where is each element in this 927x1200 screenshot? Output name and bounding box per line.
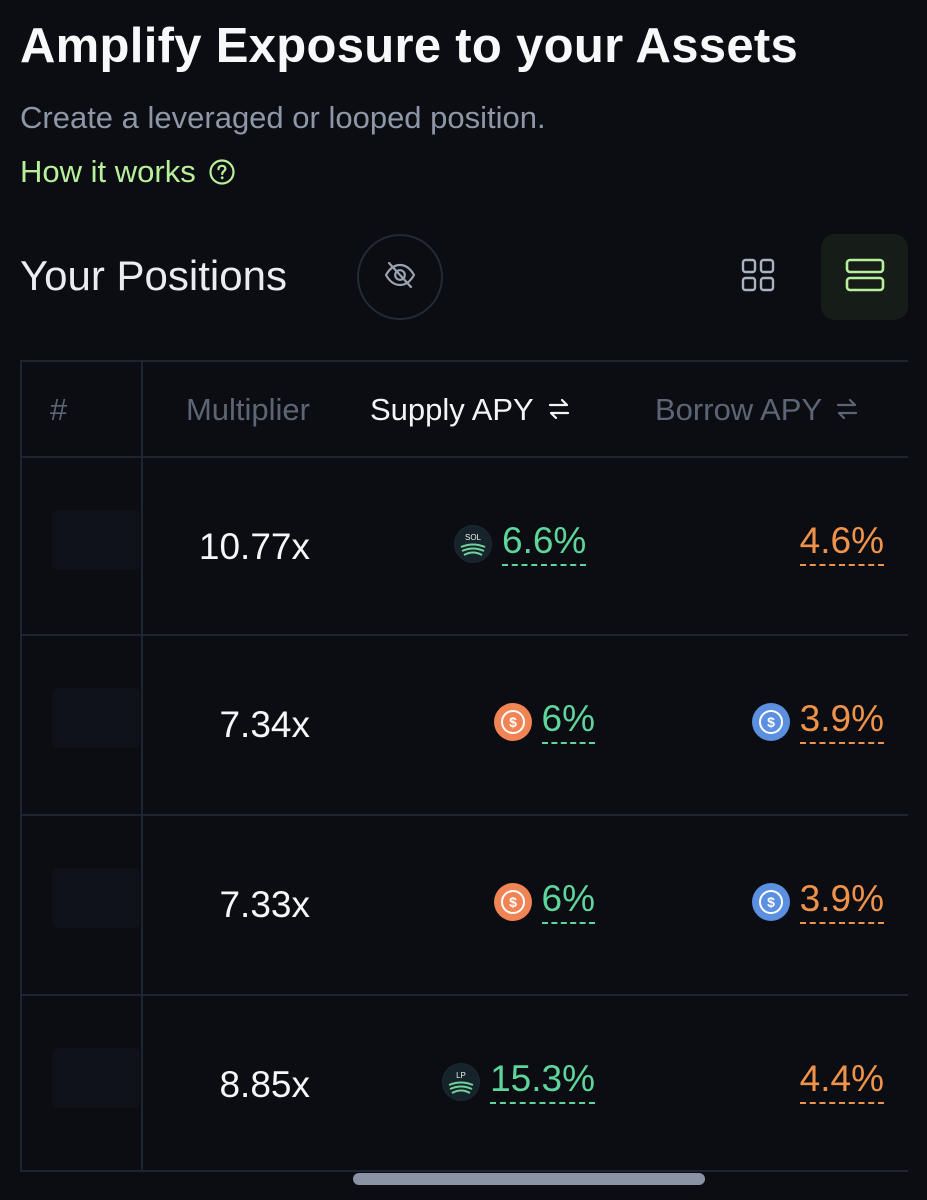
how-it-works-label: How it works	[20, 154, 196, 189]
page-subtitle: Create a leveraged or looped position.	[20, 100, 546, 135]
supply-apy-cell: $ 6%	[493, 699, 595, 744]
supply-apy-value[interactable]: 15.3%	[490, 1059, 595, 1104]
borrow-apy-cell: $ 3.9%	[751, 699, 884, 744]
question-circle-icon	[208, 158, 236, 186]
table-row[interactable]: 7.34x $ 6% $ 3.9%	[22, 636, 908, 814]
horizontal-scrollbar[interactable]	[353, 1173, 705, 1185]
usdc-orange-token-icon: $	[493, 882, 532, 921]
grid-view-button[interactable]	[728, 245, 788, 309]
column-header-supply-apy-label: Supply APY	[370, 392, 534, 427]
sol-token-label: SOL	[465, 533, 482, 542]
how-it-works-link[interactable]: How it works	[20, 154, 236, 190]
borrow-apy-cell: 4.4%	[799, 1059, 884, 1104]
borrow-apy-cell: 4.6%	[799, 521, 884, 566]
multiplier-value: 7.33x	[219, 884, 310, 925]
eye-off-icon	[383, 260, 417, 295]
multiplier-value: 8.85x	[219, 1064, 310, 1105]
borrow-apy-value[interactable]: 3.9%	[799, 879, 884, 924]
position-avatar	[52, 510, 140, 570]
column-header-multiplier-label: Multiplier	[185, 392, 310, 427]
table-row[interactable]: 10.77x SOL 6.6% 4.6%	[22, 458, 908, 636]
column-header-borrow-apy[interactable]: Borrow APY	[655, 392, 858, 428]
table-row[interactable]: 8.85x LP 15.3% 4.4%	[22, 996, 908, 1170]
usdc-blue-token-icon: $	[751, 702, 790, 741]
position-avatar	[52, 868, 140, 928]
hide-values-button[interactable]	[357, 234, 443, 320]
table-row[interactable]: 7.33x $ 6% $ 3.9%	[22, 816, 908, 994]
borrow-apy-value[interactable]: 3.9%	[799, 699, 884, 744]
swap-arrows-icon	[548, 392, 570, 428]
column-header-supply-apy[interactable]: Supply APY	[370, 392, 570, 428]
positions-table: # Multiplier Supply APY Borrow APY 10.77…	[20, 360, 908, 1172]
list-icon	[845, 258, 885, 297]
svg-text:$: $	[767, 894, 775, 910]
svg-text:$: $	[509, 894, 517, 910]
supply-apy-value[interactable]: 6.6%	[502, 521, 587, 566]
usdc-blue-token-icon: $	[751, 882, 790, 921]
usdc-orange-token-icon: $	[493, 702, 532, 741]
list-view-button[interactable]	[821, 234, 908, 320]
multiplier-value: 7.34x	[219, 704, 310, 745]
lp-token-label: LP	[456, 1071, 466, 1080]
borrow-apy-cell: $ 3.9%	[751, 879, 884, 924]
position-avatar	[52, 688, 140, 748]
supply-apy-cell: LP 15.3%	[442, 1059, 595, 1104]
grid-icon	[741, 258, 775, 297]
positions-title: Your Positions	[20, 252, 287, 299]
position-avatar	[52, 1048, 140, 1108]
supply-apy-value[interactable]: 6%	[541, 699, 595, 744]
column-header-number: #	[50, 392, 68, 427]
sol-token-icon: SOL	[454, 524, 492, 563]
borrow-apy-value[interactable]: 4.6%	[799, 521, 884, 566]
borrow-apy-value[interactable]: 4.4%	[799, 1059, 884, 1104]
lp-token-icon: LP	[442, 1062, 481, 1101]
multiplier-value: 10.77x	[198, 526, 310, 567]
supply-apy-value[interactable]: 6%	[541, 879, 595, 924]
supply-apy-cell: SOL 6.6%	[454, 521, 587, 566]
swap-arrows-icon	[836, 392, 858, 428]
page-title: Amplify Exposure to your Assets	[20, 19, 799, 73]
column-header-borrow-apy-label: Borrow APY	[655, 392, 823, 427]
svg-text:$: $	[767, 714, 775, 730]
column-header-multiplier[interactable]: Multiplier	[170, 392, 310, 428]
svg-text:$: $	[509, 714, 517, 730]
supply-apy-cell: $ 6%	[493, 879, 595, 924]
